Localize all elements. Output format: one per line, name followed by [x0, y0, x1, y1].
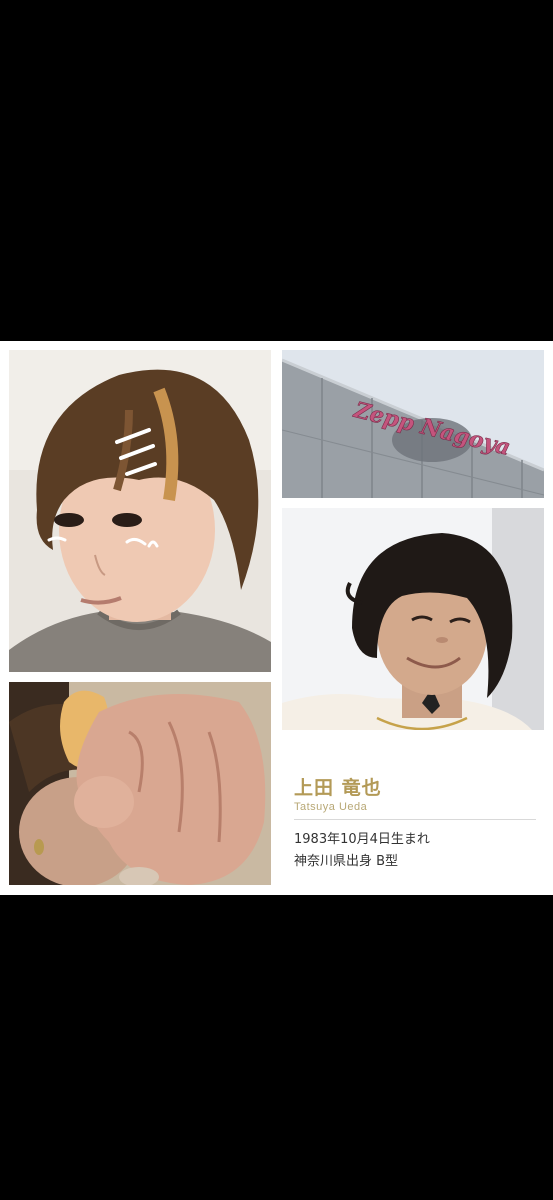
- selfie-photo: [9, 350, 271, 672]
- profile-birthdate: 1983年10月4日生まれ: [294, 832, 430, 847]
- profile-divider: [294, 819, 536, 820]
- portrait-photo: [282, 508, 544, 730]
- hand-closeup-photo: [9, 682, 271, 885]
- profile-origin-bloodtype: 神奈川県出身 B型: [294, 854, 399, 869]
- profile-name-japanese: 上田 竜也: [294, 777, 382, 799]
- photo-collage: Zepp Nagoya 上田 竜也 Tatsuya Ueda 1983年10月4…: [0, 341, 553, 895]
- profile-card: 上田 竜也 Tatsuya Ueda 1983年10月4日生まれ 神奈川県出身 …: [282, 739, 544, 885]
- profile-name-romaji: Tatsuya Ueda: [294, 801, 368, 813]
- venue-sign-photo: Zepp Nagoya: [282, 350, 544, 498]
